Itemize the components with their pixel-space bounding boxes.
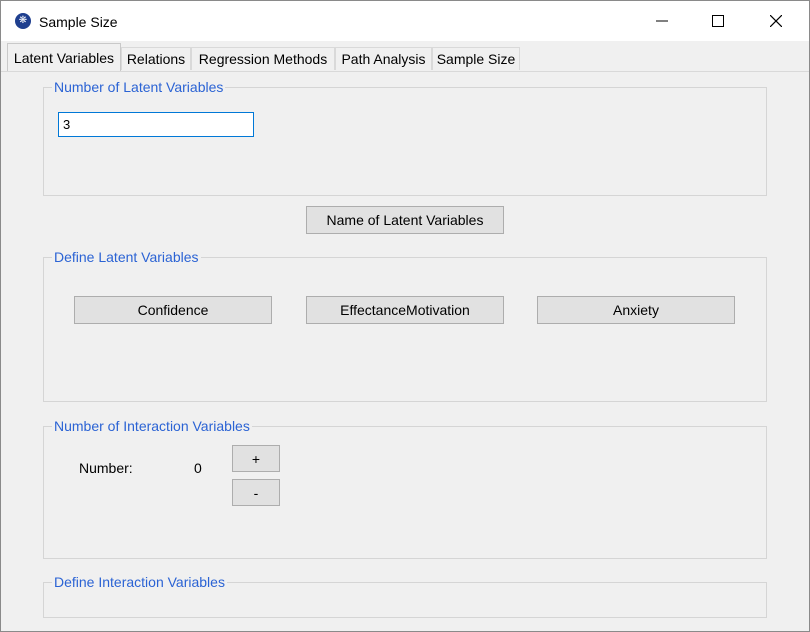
tab-relations[interactable]: Relations — [121, 47, 191, 70]
latent-count-input[interactable] — [58, 112, 254, 137]
define-interaction-legend: Define Interaction Variables — [54, 574, 225, 590]
define-latent-group: Define Latent Variables — [43, 249, 767, 402]
latent-variable-confidence-button[interactable]: Confidence — [74, 296, 272, 324]
tab-path-analysis[interactable]: Path Analysis — [335, 47, 432, 70]
tab-sample-size[interactable]: Sample Size — [432, 47, 520, 70]
latent-variable-effectancemotivation-button[interactable]: EffectanceMotivation — [306, 296, 504, 324]
number-latent-legend: Number of Latent Variables — [54, 79, 224, 95]
tab-regression-methods[interactable]: Regression Methods — [191, 47, 335, 70]
maximize-icon — [712, 15, 724, 27]
name-latent-variables-button[interactable]: Name of Latent Variables — [306, 206, 504, 234]
close-icon — [770, 15, 782, 27]
minimize-icon — [656, 20, 668, 22]
window-title: Sample Size — [39, 14, 118, 30]
tab-bar: Latent Variables Relations Regression Me… — [1, 41, 809, 72]
define-latent-legend: Define Latent Variables — [54, 249, 199, 265]
increment-button[interactable]: + — [232, 445, 280, 472]
number-label: Number: — [79, 460, 133, 476]
latent-variable-anxiety-button[interactable]: Anxiety — [537, 296, 735, 324]
app-window: ❋ Sample Size Latent Variables Relations… — [0, 0, 810, 632]
number-latent-group: Number of Latent Variables — [43, 79, 767, 196]
define-interaction-group: Define Interaction Variables — [43, 574, 767, 618]
minimize-button[interactable] — [639, 1, 685, 41]
interaction-variables-legend: Number of Interaction Variables — [54, 418, 250, 434]
interaction-variables-group: Number of Interaction Variables — [43, 418, 767, 559]
title-bar[interactable]: ❋ Sample Size — [1, 1, 809, 41]
app-icon: ❋ — [15, 13, 31, 29]
close-button[interactable] — [753, 1, 799, 41]
decrement-button[interactable]: - — [232, 479, 280, 506]
interaction-count-value: 0 — [194, 460, 202, 476]
maximize-button[interactable] — [695, 1, 741, 41]
tab-latent-variables[interactable]: Latent Variables — [7, 43, 121, 71]
